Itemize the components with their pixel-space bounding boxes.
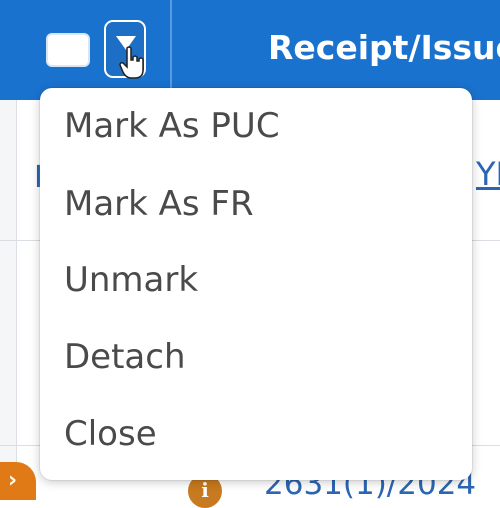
bulk-action-menu: Mark As PUC Mark As FR Unmark Detach Clo…	[40, 88, 472, 480]
menu-item-mark-as-fr[interactable]: Mark As FR	[64, 184, 254, 224]
expand-row-button[interactable]: ›	[0, 462, 36, 500]
row-link-partial[interactable]: YE	[476, 155, 500, 193]
table-header-bar: Receipt/Issue	[0, 0, 500, 100]
menu-item-close[interactable]: Close	[64, 414, 157, 454]
select-all-checkbox[interactable]	[46, 33, 90, 67]
column-header-receipt-issue: Receipt/Issue	[268, 28, 500, 67]
row-gutter	[0, 100, 17, 500]
menu-item-unmark[interactable]: Unmark	[64, 260, 198, 300]
menu-item-detach[interactable]: Detach	[64, 337, 186, 377]
menu-item-mark-as-puc[interactable]: Mark As PUC	[64, 106, 280, 146]
hand-pointer-icon	[119, 46, 144, 79]
chevron-right-icon: ›	[8, 468, 18, 493]
header-column-divider	[170, 0, 172, 100]
